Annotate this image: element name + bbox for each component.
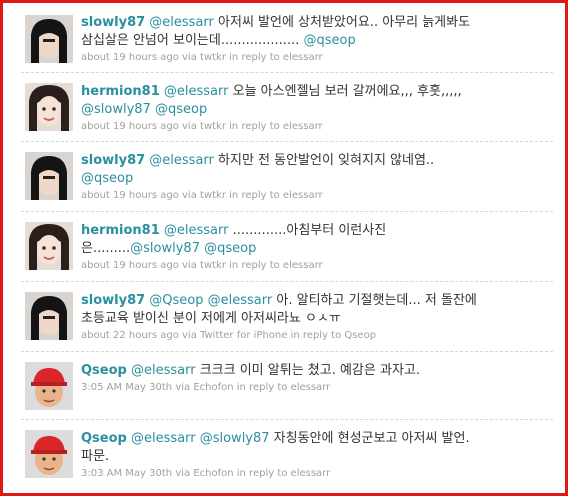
via-label: via [182, 330, 197, 341]
red-cap-man-avatar[interactable] [25, 430, 73, 478]
mention-link[interactable]: @qseop [303, 33, 355, 48]
tweet-item: hermion81 @elessarr .............아침부터 이런… [21, 212, 553, 282]
in-reply-to-link[interactable]: in reply to elessarr [237, 468, 330, 479]
client-link[interactable]: twtkr [200, 52, 226, 63]
tweet-text-segment: 자칭동안에 현성군보고 아저씨 발언. [269, 431, 470, 446]
red-cap-man-avatar[interactable] [25, 362, 73, 410]
tweet-author[interactable]: hermion81 [81, 84, 160, 99]
tweet-meta: about 19 hours ago via twtkr in reply to… [81, 120, 549, 134]
tweet-author[interactable]: Qseop [81, 363, 127, 378]
tweet-meta: about 19 hours ago via twtkr in reply to… [81, 189, 549, 203]
timestamp-link[interactable]: 3:05 AM May 30th [81, 382, 172, 393]
tweet-text: Qseop @elessarr 크크크 이미 알튀는 쳤고. 예감은 과자고. [81, 362, 549, 380]
tweet-text-segment: 파문. [81, 449, 110, 464]
in-reply-to-link[interactable]: in reply to elessarr [229, 52, 322, 63]
mention-link[interactable]: @qseop [81, 171, 133, 186]
tweet-text: slowly87 @Qseop @elessarr 아. 알티하고 기절햇는데.… [81, 292, 549, 310]
mention-link[interactable]: @qseop [204, 241, 256, 256]
mention-link[interactable]: @elessarr [164, 223, 229, 238]
tweet-text-segment: 삼십살은 안넘어 보이는데................... [81, 33, 304, 48]
tweet-text: hermion81 @elessarr .............아침부터 이런… [81, 222, 549, 240]
tweet-item: slowly87 @Qseop @elessarr 아. 알티하고 기절햇는데.… [21, 282, 553, 352]
mention-link[interactable]: @elessarr [131, 363, 196, 378]
tweet-item: slowly87 @elessarr 아저씨 발언에 상처받았어요.. 아무리 … [21, 9, 553, 73]
dark-hair-girl-avatar[interactable] [25, 152, 73, 200]
client-link[interactable]: Echofon [193, 468, 233, 479]
via-label: via [182, 121, 197, 132]
mention-link[interactable]: @elessarr [149, 15, 214, 30]
tweet-text: 파문. [81, 448, 549, 466]
tweet-meta: 3:03 AM May 30th via Echofon in reply to… [81, 467, 549, 481]
tweet-meta: about 19 hours ago via twtkr in reply to… [81, 51, 549, 65]
timestamp-link[interactable]: about 19 hours ago [81, 52, 179, 63]
mention-link[interactable]: @slowly87 [81, 102, 151, 117]
timestamp-link[interactable]: 3:03 AM May 30th [81, 468, 172, 479]
tweet-item: Qseop @elessarr 크크크 이미 알튀는 쳤고. 예감은 과자고. … [21, 352, 553, 420]
tweet-author[interactable]: hermion81 [81, 223, 160, 238]
tweet-text: @qseop [81, 170, 549, 188]
in-reply-to-link[interactable]: in reply to elessarr [229, 260, 322, 271]
mention-link[interactable]: @elessarr [208, 293, 273, 308]
tweet-text: slowly87 @elessarr 아저씨 발언에 상처받았어요.. 아무리 … [81, 14, 549, 32]
tweet-author[interactable]: Qseop [81, 431, 127, 446]
tweet-text: hermion81 @elessarr 오늘 아스엔젤님 보러 갈꺼에요,,, … [81, 83, 549, 101]
tweet-text-segment: 하지만 전 동안발언이 잊혀지지 않네염.. [213, 153, 435, 168]
tweet-list-frame: slowly87 @elessarr 아저씨 발언에 상처받았어요.. 아무리 … [0, 0, 568, 496]
mention-link[interactable]: @slowly87 [130, 241, 200, 256]
tweet-meta: about 19 hours ago via twtkr in reply to… [81, 259, 549, 273]
client-link[interactable]: twtkr [200, 190, 226, 201]
tweet-text-segment: 초등교육 받이신 분이 저에게 아저씨라뇨 ㅇㅅㅠ [81, 311, 341, 326]
dark-hair-girl-avatar[interactable] [25, 292, 73, 340]
client-link[interactable]: Twitter for iPhone [200, 330, 287, 341]
mention-link[interactable]: @elessarr [164, 84, 229, 99]
tweet-item: Qseop @elessarr @slowly87 자칭동안에 현성군보고 아저… [21, 420, 553, 486]
timestamp-link[interactable]: about 19 hours ago [81, 190, 179, 201]
smiling-woman-avatar[interactable] [25, 83, 73, 131]
tweet-text: @slowly87 @qseop [81, 101, 549, 119]
via-label: via [182, 190, 197, 201]
tweet-text: 은.........@slowly87 @qseop [81, 240, 549, 258]
tweet-text-segment: 아저씨 발언에 상처받았어요.. 아무리 늙게봐도 [213, 15, 471, 30]
mention-link[interactable]: @Qseop [149, 293, 203, 308]
tweet-text-segment: .............아침부터 이런사진 [228, 223, 387, 238]
in-reply-to-link[interactable]: in reply to elessarr [229, 190, 322, 201]
tweet-author[interactable]: slowly87 [81, 15, 145, 30]
mention-link[interactable]: @slowly87 [200, 431, 270, 446]
in-reply-to-link[interactable]: in reply to elessarr [237, 382, 330, 393]
tweet-author[interactable]: slowly87 [81, 153, 145, 168]
tweet-text: 삼십살은 안넘어 보이는데................... @qseop [81, 32, 549, 50]
via-label: via [182, 52, 197, 63]
client-link[interactable]: Echofon [193, 382, 233, 393]
tweet-item: slowly87 @elessarr 하지만 전 동안발언이 잊혀지지 않네염.… [21, 142, 553, 212]
tweet-meta: about 22 hours ago via Twitter for iPhon… [81, 329, 549, 343]
tweet-meta: 3:05 AM May 30th via Echofon in reply to… [81, 381, 549, 395]
tweet-text: 초등교육 받이신 분이 저에게 아저씨라뇨 ㅇㅅㅠ [81, 310, 549, 328]
via-label: via [175, 468, 191, 479]
timestamp-link[interactable]: about 22 hours ago [81, 330, 179, 341]
tweet-text: Qseop @elessarr @slowly87 자칭동안에 현성군보고 아저… [81, 430, 549, 448]
in-reply-to-link[interactable]: in reply to Qseop [291, 330, 376, 341]
timestamp-link[interactable]: about 19 hours ago [81, 121, 179, 132]
dark-hair-girl-avatar[interactable] [25, 15, 73, 63]
tweet-text-segment: 은......... [81, 241, 131, 256]
tweet-text: slowly87 @elessarr 하지만 전 동안발언이 잊혀지지 않네염.… [81, 152, 549, 170]
mention-link[interactable]: @elessarr [131, 431, 196, 446]
tweet-item: hermion81 @elessarr 오늘 아스엔젤님 보러 갈꺼에요,,, … [21, 73, 553, 142]
tweet-text-segment: 아. 알티하고 기절햇는데... 저 돌잔에 [272, 293, 477, 308]
tweet-author[interactable]: slowly87 [81, 293, 145, 308]
via-label: via [175, 382, 191, 393]
in-reply-to-link[interactable]: in reply to elessarr [229, 121, 322, 132]
mention-link[interactable]: @qseop [155, 102, 207, 117]
tweet-text-segment: 크크크 이미 알튀는 쳤고. 예감은 과자고. [195, 363, 420, 378]
tweet-text-segment: 오늘 아스엔젤님 보러 갈꺼에요,,, 후훗,,,,, [228, 84, 462, 99]
mention-link[interactable]: @elessarr [149, 153, 214, 168]
smiling-woman-avatar[interactable] [25, 222, 73, 270]
via-label: via [182, 260, 197, 271]
client-link[interactable]: twtkr [200, 121, 226, 132]
client-link[interactable]: twtkr [200, 260, 226, 271]
timestamp-link[interactable]: about 19 hours ago [81, 260, 179, 271]
